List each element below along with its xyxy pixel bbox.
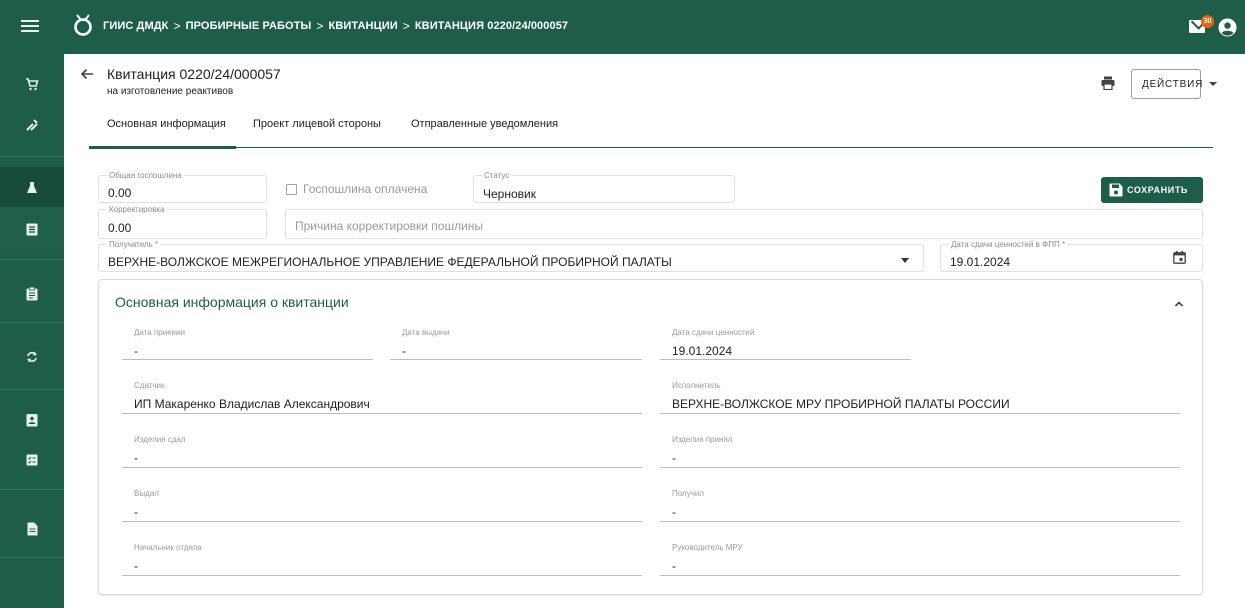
floppy-icon: [1109, 183, 1123, 197]
adjustment-reason-input[interactable]: Причина корректировки пошлины: [285, 209, 1203, 239]
breadcrumb-separator: >: [316, 19, 324, 33]
submission-date-value: 19.01.2024: [950, 255, 1011, 269]
executor-label: Исполнитель: [672, 381, 721, 390]
mru-head-value: -: [672, 559, 676, 573]
sync-icon[interactable]: [0, 337, 64, 377]
flask-icon[interactable]: [0, 167, 64, 207]
date-issued-value: -: [402, 344, 406, 358]
ring-logo-icon[interactable]: [72, 12, 94, 38]
fee-paid-checkbox-row[interactable]: Госпошлина оплачена: [286, 182, 427, 196]
recipient-select[interactable]: Получатель * ВЕРХНЕ-ВОЛЖСКОЕ МЕЖРЕГИОНАЛ…: [98, 240, 924, 272]
breadcrumb-item-assay-works[interactable]: ПРОБИРНЫЕ РАБОТЫ: [186, 20, 312, 32]
fee-paid-checkbox[interactable]: [286, 183, 297, 195]
receipt-info-card: Основная информация о квитанции Дата при…: [98, 279, 1203, 595]
tab-bar: Основная информация Проект лицевой сторо…: [89, 108, 1213, 149]
dept-head-label: Начальник отдела: [134, 543, 202, 552]
page-title: Квитанция 0220/24/000057: [107, 66, 281, 82]
active-tab-indicator: [89, 146, 236, 149]
items-handed-value: -: [134, 451, 138, 465]
side-navigation: [0, 54, 64, 608]
submission-date-label: Дата сдачи ценностей в ФПП *: [949, 240, 1068, 249]
date-received-label: Дата приемки: [134, 328, 186, 337]
breadcrumb-separator: >: [173, 19, 181, 33]
issued-by-label: Выдал: [134, 489, 159, 498]
breadcrumb-item-receipts[interactable]: КВИТАНЦИИ: [329, 20, 398, 32]
document-icon[interactable]: [0, 509, 64, 549]
fee-paid-label: Госпошлина оплачена: [303, 182, 428, 196]
received-by-label: Получил: [672, 489, 704, 498]
received-by-value: -: [672, 505, 676, 519]
tools-icon[interactable]: [0, 104, 64, 146]
arrow-left-icon[interactable]: [80, 67, 94, 81]
date-submitted-label: Дата сдачи ценностей: [672, 328, 755, 337]
date-submitted-field: Дата сдачи ценностей 19.01.2024: [660, 328, 911, 360]
breadcrumb-item-current: КВИТАНЦИЯ 0220/24/000057: [414, 20, 569, 32]
issued-by-value: -: [134, 505, 138, 519]
tab-sent-notifications[interactable]: Отправленные уведомления: [411, 118, 558, 130]
date-issued-field: Дата выдачи -: [390, 328, 642, 360]
caret-down-icon[interactable]: [901, 258, 909, 263]
cart-icon[interactable]: [0, 64, 64, 104]
tab-main-info[interactable]: Основная информация: [107, 118, 226, 130]
status-label: Статус: [482, 171, 512, 180]
breadcrumb: ГИИС ДМДК > ПРОБИРНЫЕ РАБОТЫ > КВИТАНЦИИ…: [103, 19, 568, 33]
status-value: Черновик: [483, 187, 536, 201]
total-fee-field[interactable]: Общая госпошлина 0.00: [98, 171, 267, 203]
adjustment-label: Корректировка: [107, 205, 167, 214]
adjustment-field[interactable]: Корректировка 0.00: [98, 205, 267, 239]
clipboard-icon[interactable]: [0, 274, 64, 314]
submitter-field: Сдатчик ИП Макаренко Владислав Александр…: [122, 381, 642, 414]
executor-field: Исполнитель ВЕРХНЕ-ВОЛЖСКОЕ МРУ ПРОБИРНО…: [660, 381, 1180, 414]
recipient-value: ВЕРХНЕ-ВОЛЖСКОЕ МЕЖРЕГИОНАЛЬНОЕ УПРАВЛЕН…: [108, 255, 672, 269]
receipt-list-icon[interactable]: [0, 207, 64, 251]
adjustment-reason-placeholder: Причина корректировки пошлины: [295, 219, 484, 233]
save-button[interactable]: СОХРАНИТЬ: [1101, 177, 1203, 203]
status-field: Статус Черновик: [473, 171, 735, 203]
breadcrumb-item-giis[interactable]: ГИИС ДМДК: [103, 20, 169, 32]
top-app-bar: ГИИС ДМДК > ПРОБИРНЫЕ РАБОТЫ > КВИТАНЦИИ…: [0, 0, 1245, 54]
total-fee-label: Общая госпошлина: [107, 171, 184, 180]
adjustment-value: 0.00: [108, 221, 132, 235]
page-subtitle: на изготовление реактивов: [107, 86, 234, 97]
mru-head-label: Руководитель МРУ: [672, 543, 743, 552]
items-accepted-value: -: [672, 451, 676, 465]
items-accepted-field: Изделия принял -: [660, 435, 1180, 468]
items-handed-label: Изделия сдал: [134, 435, 186, 444]
actions-label: ДЕЙСТВИЯ: [1142, 78, 1204, 90]
issued-by-field: Выдал -: [122, 489, 642, 522]
submitter-label: Сдатчик: [134, 381, 165, 390]
contact-card-icon[interactable]: [0, 402, 64, 438]
breadcrumb-separator: >: [402, 19, 410, 33]
printer-icon[interactable]: [1101, 76, 1115, 90]
date-received-value: -: [134, 344, 138, 358]
actions-dropdown-button[interactable]: ДЕЙСТВИЯ: [1131, 69, 1218, 99]
mru-head-field: Руководитель МРУ -: [660, 543, 1180, 576]
checklist-icon[interactable]: [0, 442, 64, 478]
card-title: Основная информация о квитанции: [115, 294, 349, 310]
executor-value: ВЕРХНЕ-ВОЛЖСКОЕ МРУ ПРОБИРНОЙ ПАЛАТЫ РОС…: [672, 397, 1010, 411]
date-submitted-value: 19.01.2024: [672, 344, 733, 358]
save-label: СОХРАНИТЬ: [1127, 185, 1188, 195]
items-accepted-label: Изделия принял: [672, 435, 733, 444]
date-received-field: Дата приемки -: [122, 328, 373, 360]
chevron-up-icon[interactable]: [1174, 299, 1184, 309]
received-by-field: Получил -: [660, 489, 1180, 522]
caret-down-icon: [1209, 82, 1218, 86]
calendar-icon[interactable]: [1173, 251, 1186, 264]
menu-icon[interactable]: [20, 17, 40, 37]
dept-head-field: Начальник отдела -: [122, 543, 642, 576]
items-handed-field: Изделия сдал -: [122, 435, 642, 468]
account-icon[interactable]: [1218, 18, 1237, 37]
total-fee-value: 0.00: [108, 186, 132, 200]
recipient-label: Получатель *: [107, 240, 161, 249]
date-issued-label: Дата выдачи: [402, 328, 450, 337]
submitter-value: ИП Макаренко Владислав Александрович: [134, 397, 370, 411]
tab-front-side-draft[interactable]: Проект лицевой стороны: [253, 118, 381, 130]
submission-date-field[interactable]: Дата сдачи ценностей в ФПП * 19.01.2024: [940, 240, 1203, 272]
dept-head-value: -: [134, 559, 138, 573]
notification-badge: 30: [1201, 15, 1214, 28]
